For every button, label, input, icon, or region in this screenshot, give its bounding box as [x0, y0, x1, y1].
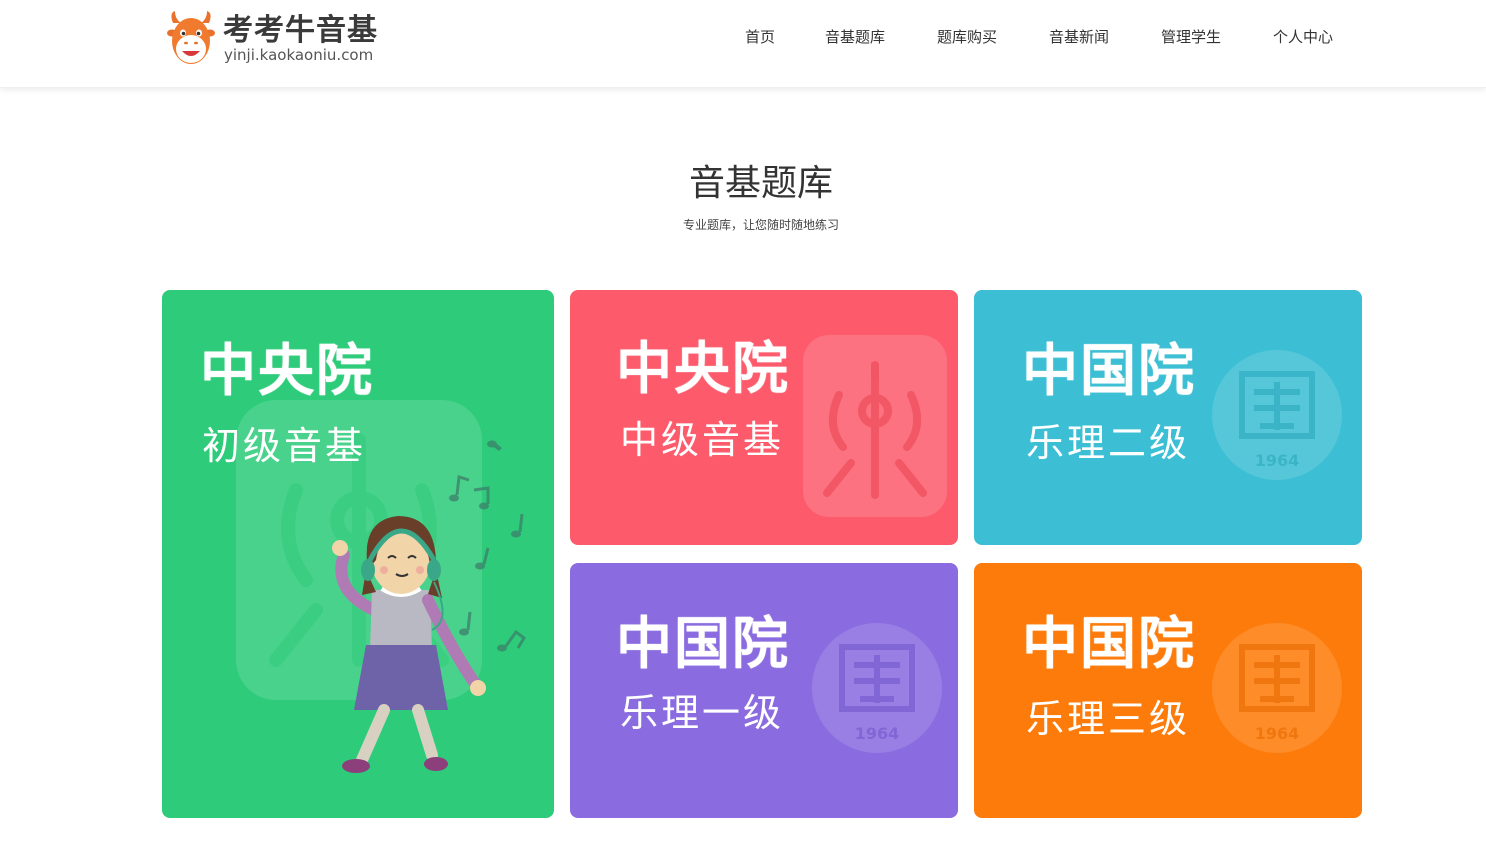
logo-domain: yinji.kaokaoniu.com [224, 46, 374, 64]
card-level-name: 乐理三级 [1026, 697, 1191, 741]
card-level-name: 乐理二级 [1026, 421, 1191, 465]
nav-item-purchase[interactable]: 题库购买 [937, 27, 997, 47]
svg-text:1964: 1964 [1255, 724, 1300, 743]
nav-item-manage-students[interactable]: 管理学生 [1161, 27, 1221, 47]
site-header: 考考牛音基 yinji.kaokaoniu.com 首页 音基题库 题库购买 音… [0, 0, 1486, 88]
card-central-intermediate[interactable]: 中央院 中级音基 [570, 290, 958, 545]
card-school-name: 中央院 [616, 337, 790, 402]
nav-item-question-bank[interactable]: 音基题库 [825, 27, 885, 47]
card-central-elementary[interactable]: 中央院 初级音基 [162, 290, 554, 818]
guo-seal-icon: 1964 [1212, 350, 1342, 480]
card-level-name: 中级音基 [620, 418, 785, 462]
card-school-name: 中央院 [200, 339, 374, 404]
nav-item-home[interactable]: 首页 [745, 27, 775, 47]
cow-mascot-icon [167, 11, 215, 64]
nav-item-news[interactable]: 音基新闻 [1049, 27, 1109, 47]
svg-text:1964: 1964 [855, 724, 900, 743]
card-china-level3[interactable]: 1964 中国院 乐理三级 [974, 563, 1362, 818]
card-china-level2[interactable]: 1964 中国院 乐理二级 [974, 290, 1362, 545]
section-title: 音基题库 [688, 163, 833, 204]
card-school-name: 中国院 [1022, 612, 1196, 677]
guo-seal-icon: 1964 [1212, 623, 1342, 753]
yue-seal-icon [803, 335, 947, 517]
nav-item-profile[interactable]: 个人中心 [1273, 27, 1333, 47]
card-level-name: 乐理一级 [620, 691, 785, 735]
svg-text:1964: 1964 [1255, 451, 1300, 470]
card-school-name: 中国院 [616, 612, 790, 677]
card-china-level1[interactable]: 1964 中国院 乐理一级 [570, 563, 958, 818]
card-level-name: 初级音基 [202, 424, 367, 468]
card-school-name: 中国院 [1022, 339, 1196, 404]
logo-name: 考考牛音基 [223, 13, 378, 48]
girl-headphones-illustration [332, 440, 526, 773]
guo-seal-icon: 1964 [812, 623, 942, 753]
site-logo[interactable]: 考考牛音基 yinji.kaokaoniu.com [167, 9, 397, 69]
section-subtitle: 专业题库，让您随时随地练习 [682, 218, 839, 232]
